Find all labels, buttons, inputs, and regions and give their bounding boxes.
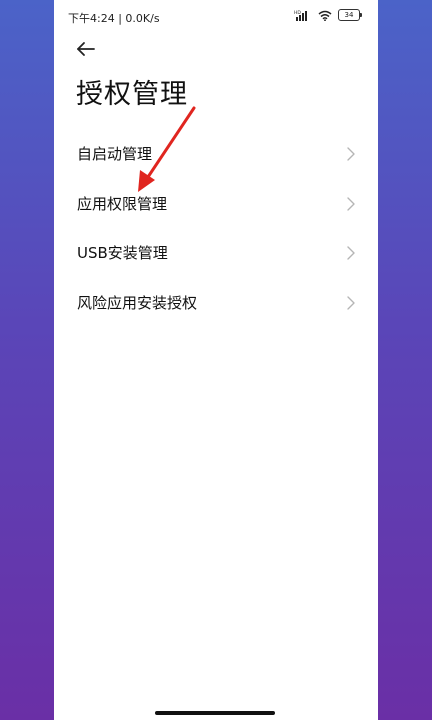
menu-item-usb-install[interactable]: USB安装管理 bbox=[54, 228, 378, 278]
status-time-speed: 下午4:24 | 0.0K/s bbox=[68, 12, 160, 25]
back-button[interactable] bbox=[72, 36, 100, 64]
home-indicator[interactable] bbox=[155, 711, 275, 715]
status-bar: 下午4:24 | 0.0K/s HD 34 bbox=[54, 0, 378, 34]
menu-item-label: USB安装管理 bbox=[77, 244, 168, 262]
page-title: 授权管理 bbox=[76, 79, 188, 110]
menu-item-label: 应用权限管理 bbox=[77, 194, 168, 213]
menu-item-label: 自启动管理 bbox=[77, 145, 153, 163]
menu-list: 自启动管理 应用权限管理 USB安装管理 风险应用安装授权 bbox=[54, 129, 378, 327]
chevron-right-icon bbox=[347, 295, 355, 310]
status-icons: HD 34 bbox=[294, 9, 362, 21]
signal-icon: HD bbox=[294, 10, 307, 21]
battery-indicator: 34 bbox=[338, 9, 362, 21]
menu-item-app-permissions[interactable]: 应用权限管理 bbox=[54, 179, 378, 229]
arrow-left-icon bbox=[77, 42, 95, 56]
menu-item-label: 风险应用安装授权 bbox=[77, 293, 198, 312]
menu-item-auto-start[interactable]: 自启动管理 bbox=[54, 129, 378, 179]
chevron-right-icon bbox=[347, 246, 355, 260]
chevron-right-icon bbox=[347, 147, 355, 161]
wifi-icon bbox=[318, 10, 332, 21]
menu-item-risky-app-install[interactable]: 风险应用安装授权 bbox=[54, 278, 378, 328]
chevron-right-icon bbox=[347, 196, 355, 211]
phone-screen: 下午4:24 | 0.0K/s HD 34 授权管理 自启动管理 应用权限管理 … bbox=[54, 0, 378, 720]
